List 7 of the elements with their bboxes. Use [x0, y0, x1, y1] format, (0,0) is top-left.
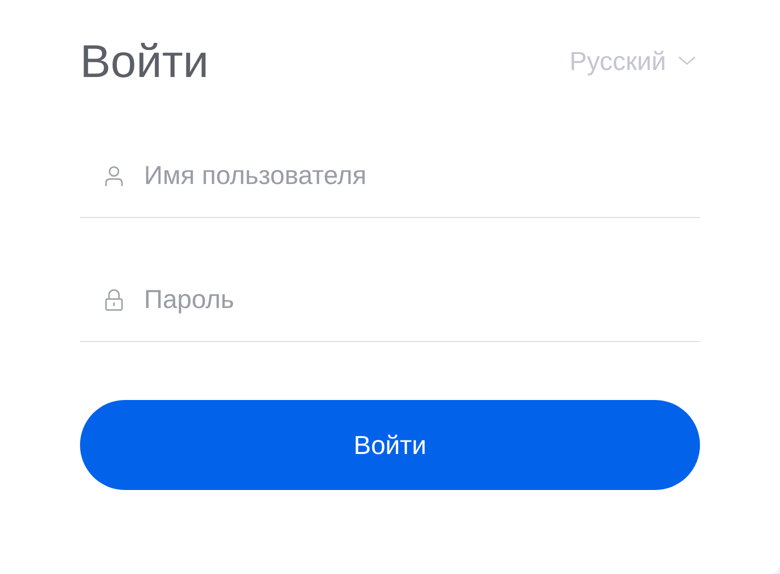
user-icon [104, 164, 124, 186]
username-field[interactable]: Имя пользователя [144, 160, 700, 191]
login-button[interactable]: Войти [80, 400, 700, 490]
password-field[interactable]: Пароль [144, 284, 700, 315]
caret-icon [678, 56, 696, 66]
login-title: Войти [80, 34, 209, 88]
lock-icon [104, 288, 124, 310]
